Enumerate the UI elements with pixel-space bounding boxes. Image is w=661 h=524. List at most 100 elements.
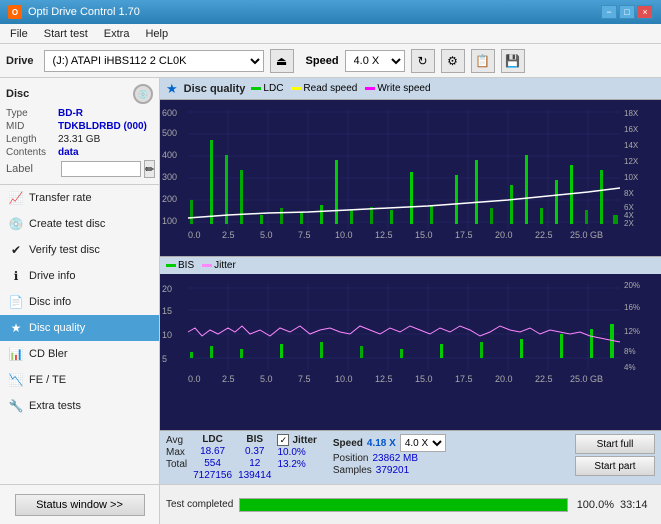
svg-text:2X: 2X <box>624 219 634 228</box>
menu-start-test[interactable]: Start test <box>38 27 94 41</box>
avg-label: Avg <box>166 435 187 446</box>
sidebar-item-label: Disc info <box>29 296 71 308</box>
stats-labels-col: Avg Max Total <box>166 434 187 470</box>
sidebar-item-verify-test-disc[interactable]: ✔ Verify test disc <box>0 237 159 263</box>
menu-extra[interactable]: Extra <box>98 27 136 41</box>
start-full-button[interactable]: Start full <box>575 434 655 454</box>
svg-text:2.5: 2.5 <box>222 230 235 240</box>
menu-help[interactable]: Help <box>139 27 174 41</box>
stats-area: Avg Max Total LDC 18.67 554 7127156 BIS … <box>160 430 661 484</box>
jitter-checkbox[interactable]: ✓ <box>277 434 289 446</box>
svg-text:8X: 8X <box>624 189 634 198</box>
svg-text:500: 500 <box>162 128 177 138</box>
svg-text:20%: 20% <box>624 281 640 290</box>
max-bis: 12 <box>249 458 260 469</box>
sidebar-item-cd-bler[interactable]: 📊 CD Bler <box>0 341 159 367</box>
sidebar-item-label: Verify test disc <box>29 244 100 256</box>
sidebar-item-fe-te[interactable]: 📉 FE / TE <box>0 367 159 393</box>
avg-jitter: 10.0% <box>277 447 316 458</box>
svg-text:18X: 18X <box>624 109 639 118</box>
length-value: 23.31 GB <box>58 134 100 145</box>
bookmark-button[interactable]: 📋 <box>471 49 495 73</box>
start-part-button[interactable]: Start part <box>575 456 655 476</box>
label-input[interactable] <box>61 161 141 177</box>
contents-key: Contents <box>6 147 58 158</box>
speed-position-col: Speed 4.18 X 4.0 X Position 23862 MB Sam… <box>333 434 446 476</box>
svg-text:8%: 8% <box>624 347 636 356</box>
minimize-button[interactable]: − <box>601 5 617 19</box>
status-window-panel: Status window >> <box>0 484 160 524</box>
bottom-legend: BIS Jitter <box>166 260 236 271</box>
drive-select[interactable]: (J:) ATAPI iHBS112 2 CL0K <box>44 50 264 72</box>
sidebar-item-create-test-disc[interactable]: 💿 Create test disc <box>0 211 159 237</box>
svg-text:15.0: 15.0 <box>415 230 433 240</box>
samples-row: Samples 379201 <box>333 465 446 476</box>
svg-text:12X: 12X <box>624 157 639 166</box>
max-jitter: 13.2% <box>277 459 316 470</box>
svg-text:20: 20 <box>162 284 172 294</box>
stats-ldc-col: LDC 18.67 554 7127156 <box>193 434 232 481</box>
top-legend: LDC Read speed Write speed <box>251 83 430 94</box>
bottom-chart-svg: 20 15 10 5 <box>160 274 661 430</box>
type-value: BD-R <box>58 108 83 119</box>
verify-disc-icon: ✔ <box>8 242 24 258</box>
speed-select[interactable]: 4.0 X <box>345 50 405 72</box>
svg-text:16X: 16X <box>624 125 639 134</box>
sidebar-item-drive-info[interactable]: ℹ Drive info <box>0 263 159 289</box>
legend-write-speed: Write speed <box>365 83 430 94</box>
ldc-header: LDC <box>202 434 223 445</box>
read-speed-color <box>291 87 301 90</box>
close-button[interactable]: × <box>637 5 653 19</box>
settings-button[interactable]: ⚙ <box>441 49 465 73</box>
svg-text:600: 600 <box>162 108 177 118</box>
legend-jitter: Jitter <box>202 260 236 271</box>
menu-file[interactable]: File <box>4 27 34 41</box>
max-label: Max <box>166 447 187 458</box>
eject-button[interactable]: ⏏ <box>270 49 294 73</box>
save-button[interactable]: 💾 <box>501 49 525 73</box>
disc-quality-icon: ★ <box>8 320 24 336</box>
svg-text:12%: 12% <box>624 327 640 336</box>
position-label: Position <box>333 453 369 464</box>
jitter-header-section: ✓ Jitter <box>277 434 316 446</box>
sidebar-item-label: FE / TE <box>29 374 66 386</box>
speed-label: Speed <box>306 55 339 67</box>
total-bis: 139414 <box>238 470 271 481</box>
sidebar-menu: 📈 Transfer rate 💿 Create test disc ✔ Ver… <box>0 185 159 484</box>
drive-info-icon: ℹ <box>8 268 24 284</box>
samples-label: Samples <box>333 465 372 476</box>
sidebar-item-label: Disc quality <box>29 322 85 334</box>
avg-ldc: 18.67 <box>200 446 225 457</box>
mid-value: TDKBLDRBD (000) <box>58 121 147 132</box>
label-edit-button[interactable]: ✏ <box>144 160 155 178</box>
status-window-button[interactable]: Status window >> <box>15 494 145 516</box>
legend-jitter-label: Jitter <box>214 260 236 271</box>
app-icon: O <box>8 5 22 19</box>
legend-ldc-label: LDC <box>263 83 283 94</box>
cd-bler-icon: 📊 <box>8 346 24 362</box>
bottom-chart-header: BIS Jitter <box>160 256 661 274</box>
refresh-button[interactable]: ↻ <box>411 49 435 73</box>
sidebar-item-disc-info[interactable]: 📄 Disc info <box>0 289 159 315</box>
disc-icon: 💿 <box>133 84 153 104</box>
jitter-header: Jitter <box>292 435 316 446</box>
svg-text:17.5: 17.5 <box>455 230 473 240</box>
fe-te-icon: 📉 <box>8 372 24 388</box>
speed-stat-value: 4.18 X <box>367 438 396 449</box>
maximize-button[interactable]: □ <box>619 5 635 19</box>
svg-text:25.0 GB: 25.0 GB <box>570 230 603 240</box>
svg-text:17.5: 17.5 <box>455 374 473 384</box>
bottom-chart: 20 15 10 5 <box>160 274 661 430</box>
titlebar: O Opti Drive Control 1.70 − □ × <box>0 0 661 24</box>
sidebar-item-extra-tests[interactable]: 🔧 Extra tests <box>0 393 159 419</box>
samples-value: 379201 <box>376 465 409 476</box>
svg-text:12.5: 12.5 <box>375 230 393 240</box>
sidebar-item-disc-quality[interactable]: ★ Disc quality <box>0 315 159 341</box>
speed-display-select[interactable]: 4.0 X <box>400 434 446 452</box>
sidebar-item-label: Extra tests <box>29 400 81 412</box>
top-chart: 600 500 400 300 200 100 <box>160 100 661 256</box>
svg-text:5.0: 5.0 <box>260 374 273 384</box>
sidebar-item-transfer-rate[interactable]: 📈 Transfer rate <box>0 185 159 211</box>
top-chart-svg: 600 500 400 300 200 100 <box>160 100 661 256</box>
transfer-rate-icon: 📈 <box>8 190 24 206</box>
